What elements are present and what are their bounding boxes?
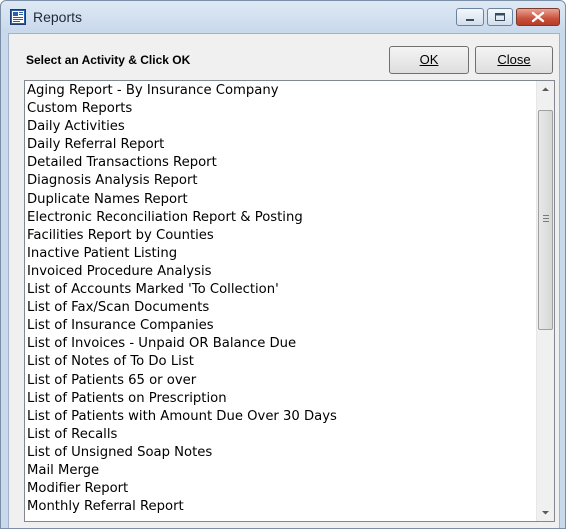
scroll-up-button[interactable] (537, 81, 554, 98)
ok-button[interactable]: OK (389, 46, 469, 74)
chevron-up-icon (542, 87, 549, 91)
list-item[interactable]: Facilities Report by Counties (27, 227, 532, 245)
list-item[interactable]: Duplicate Names Report (27, 191, 532, 209)
list-item[interactable]: Daily Referral Report (27, 136, 532, 154)
list-item[interactable]: Aging Report - By Insurance Company (27, 82, 532, 100)
report-list: Aging Report - By Insurance Company Custo… (27, 82, 532, 516)
list-item[interactable]: Diagnosis Analysis Report (27, 172, 532, 190)
list-item[interactable]: List of Accounts Marked 'To Collection' (27, 281, 532, 299)
list-item[interactable]: List of Notes of To Do List (27, 353, 532, 371)
minimize-button[interactable] (456, 8, 484, 26)
window-title: Reports (33, 9, 83, 25)
maximize-icon (495, 13, 505, 21)
close-icon (531, 11, 545, 23)
list-item[interactable]: Monthly Referral Report (27, 498, 532, 516)
scroll-thumb[interactable] (538, 110, 553, 330)
maximize-button[interactable] (487, 8, 513, 26)
list-item[interactable]: List of Insurance Companies (27, 317, 532, 335)
list-item[interactable]: Electronic Reconciliation Report & Posti… (27, 209, 532, 227)
list-item[interactable]: List of Patients 65 or over (27, 372, 532, 390)
title-bar[interactable]: Reports (1, 1, 565, 33)
instruction-label: Select an Activity & Click OK (26, 53, 191, 67)
list-item[interactable]: Mail Merge (27, 462, 532, 480)
list-item[interactable]: Custom Reports (27, 100, 532, 118)
scroll-down-button[interactable] (537, 504, 554, 521)
list-item[interactable]: List of Recalls (27, 426, 532, 444)
window-close-button[interactable] (516, 8, 560, 26)
list-item[interactable]: Detailed Transactions Report (27, 154, 532, 172)
list-item[interactable]: List of Unsigned Soap Notes (27, 444, 532, 462)
chevron-down-icon (542, 511, 549, 515)
vertical-scrollbar[interactable] (536, 81, 554, 521)
list-item[interactable]: Daily Activities (27, 118, 532, 136)
reports-listbox[interactable]: Aging Report - By Insurance Company Custo… (24, 80, 555, 522)
list-item[interactable]: Modifier Report (27, 480, 532, 498)
list-item[interactable]: List of Fax/Scan Documents (27, 299, 532, 317)
list-item[interactable]: List of Patients with Amount Due Over 30… (27, 408, 532, 426)
list-item[interactable]: List of Invoices - Unpaid OR Balance Due (27, 335, 532, 353)
close-button[interactable]: Close (475, 46, 553, 74)
reports-app-icon[interactable] (10, 9, 26, 25)
list-item[interactable]: List of Patients on Prescription (27, 390, 532, 408)
minimize-icon (466, 19, 474, 21)
grip-icon (543, 215, 549, 222)
list-item[interactable]: Invoiced Procedure Analysis (27, 263, 532, 281)
list-item[interactable]: Inactive Patient Listing (27, 245, 532, 263)
